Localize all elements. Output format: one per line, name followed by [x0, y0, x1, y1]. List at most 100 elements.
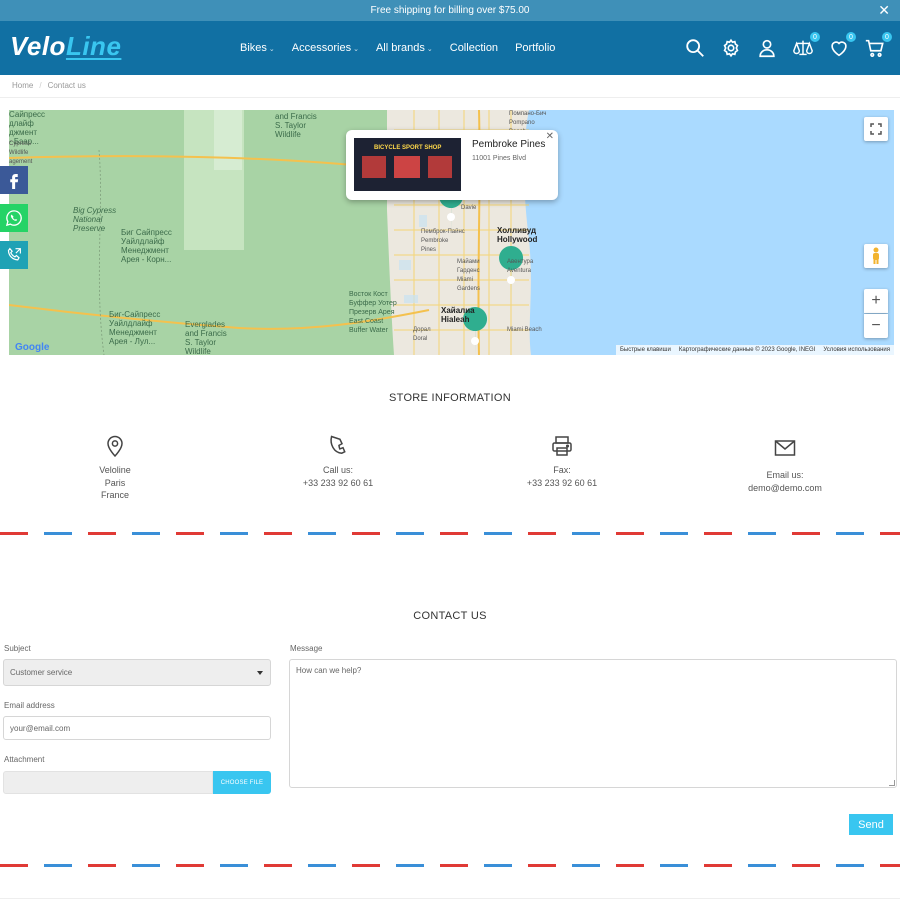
map-label-pembroke: Пемброк-Пайнс Pembroke Pines: [421, 229, 465, 253]
message-label: Message: [290, 644, 323, 653]
nav-item-collection[interactable]: Collection: [450, 42, 498, 54]
facebook-button[interactable]: [0, 166, 28, 194]
fax-value: +33 233 92 60 61: [526, 477, 598, 488]
message-textarea[interactable]: How can we help?: [289, 659, 897, 788]
fax-label: Fax:: [553, 465, 571, 475]
choose-file-button[interactable]: CHOOSE FILE: [213, 771, 271, 794]
compare-icon[interactable]: 0: [792, 31, 821, 59]
attachment-field[interactable]: [3, 771, 213, 794]
close-icon[interactable]: ✕: [546, 131, 554, 142]
store-info-title: STORE INFORMATION: [388, 392, 512, 404]
store-address: Veloline Paris France: [35, 434, 195, 502]
map-footer: Быстрые клавиши Картографические данные …: [615, 345, 894, 355]
header-icons: 0 0 0: [684, 21, 893, 75]
phone-icon: [330, 435, 346, 454]
cart-icon[interactable]: 0: [864, 31, 893, 59]
fullscreen-icon: [870, 123, 882, 135]
whatsapp-button[interactable]: [0, 204, 28, 232]
subject-value: Customer service: [10, 668, 73, 677]
chevron-down-icon: ⌄: [268, 46, 275, 53]
map-label-miami-gardens: Майами Гарденс Miami Gardens: [457, 259, 481, 292]
nav-item-portfolio[interactable]: Portfolio: [515, 42, 555, 54]
call-label: Call us:: [322, 465, 353, 475]
attachment-label: Attachment: [4, 755, 45, 764]
close-icon[interactable]: ✕: [878, 3, 890, 17]
email-value[interactable]: demo@demo.com: [705, 482, 865, 495]
store-phone: Call us: +33 233 92 60 61: [258, 434, 418, 489]
pegman-button[interactable]: [864, 244, 888, 268]
map-label-hollywood: Холливуд Hollywood: [497, 226, 538, 244]
call-value[interactable]: +33 233 92 60 61: [258, 477, 418, 490]
map-label: Big Cypress National Preserve: [73, 206, 117, 233]
promo-bar: Free shipping for billing over $75.00 ✕: [0, 0, 900, 21]
heart-icon[interactable]: 0: [828, 31, 857, 59]
message-placeholder: How can we help?: [296, 666, 362, 675]
envelope-icon: [774, 440, 796, 456]
email-field[interactable]: your@email.com: [3, 716, 271, 740]
resize-handle-icon[interactable]: [889, 780, 895, 786]
contact-title: CONTACT US: [413, 610, 487, 622]
map-label-miami-beach: Miami Beach: [507, 327, 542, 333]
logo-part-velo: Velo: [10, 31, 66, 61]
search-icon[interactable]: [684, 37, 706, 59]
map-label-hialeah: Хайалиа Hialeah: [441, 306, 475, 324]
subject-label: Subject: [4, 644, 31, 653]
chevron-down-icon: ⌄: [426, 46, 433, 53]
printer-icon: [552, 436, 572, 456]
map-label: Everglades and Francis S. Taylor Wildlif…: [185, 320, 227, 355]
promo-text: Free shipping for billing over $75.00: [370, 5, 530, 16]
logo[interactable]: VeloLine: [10, 31, 121, 62]
email-label: Email us:: [766, 470, 804, 480]
store-photo: BICYCLE SPORT SHOP: [354, 138, 461, 191]
airmail-divider: [0, 864, 900, 867]
map-marker-icon: [107, 435, 123, 458]
email-field-label: Email address: [4, 701, 55, 710]
chevron-down-icon: ⌄: [353, 46, 359, 53]
store-map[interactable]: Сайпресс длайф джмент - Бэар... Cypress …: [9, 110, 894, 355]
whatsapp-icon: [5, 210, 22, 227]
google-logo[interactable]: Google: [15, 342, 49, 353]
store-sign: BICYCLE SPORT SHOP: [374, 145, 442, 151]
nav-label: Bikes: [240, 42, 267, 54]
map-label-davie: Davie: [461, 205, 477, 211]
user-icon[interactable]: [756, 37, 778, 59]
breadcrumb-separator: /: [39, 81, 42, 90]
phone-icon: [7, 247, 21, 261]
address-line: Paris: [104, 477, 126, 488]
logo-part-line: Line: [65, 31, 122, 61]
map-footer-data: Картографические данные © 2023 Google, I…: [678, 347, 816, 353]
nav-item-accessories[interactable]: Accessories ⌄: [292, 42, 359, 54]
map-label: and Francis S. Taylor Wildlife: [275, 112, 317, 139]
store-fax: Fax: +33 233 92 60 61: [482, 434, 642, 489]
address-line: Veloline: [99, 465, 131, 475]
nav-item-all-brands[interactable]: All brands ⌄: [376, 42, 433, 54]
send-button[interactable]: Send: [849, 814, 893, 835]
site-header: VeloLine Bikes ⌄ Accessories ⌄ All brands ⌄…: [0, 21, 900, 75]
zoom-out-button[interactable]: −: [864, 314, 888, 338]
compare-count-badge: 0: [809, 31, 821, 43]
map-label-doral: Дорал Doral: [413, 327, 431, 342]
breadcrumb-home[interactable]: Home: [12, 81, 33, 90]
nav-label: Portfolio: [515, 42, 556, 54]
breadcrumb-current: Contact us: [47, 81, 86, 90]
map-label: Восток Кост Буффер Уотер Презерв Арея Ea…: [349, 291, 397, 334]
email-placeholder: your@email.com: [10, 723, 71, 733]
airmail-divider: [0, 532, 900, 535]
subject-select[interactable]: Customer service: [3, 659, 271, 686]
main-nav: Bikes ⌄ Accessories ⌄ All brands ⌄ Collecti…: [240, 21, 555, 75]
nav-item-bikes[interactable]: Bikes ⌄: [240, 42, 275, 54]
address-line: France: [100, 490, 129, 500]
gear-icon[interactable]: [720, 37, 742, 59]
zoom-in-button[interactable]: +: [864, 289, 888, 313]
fullscreen-button[interactable]: [864, 117, 888, 141]
phone-button[interactable]: [0, 241, 28, 269]
map-info-window: BICYCLE SPORT SHOP Pembroke Pines 11001 …: [346, 130, 558, 200]
map-label: Биг Сайпресс Уайлдлайф Менеджмент Арея -…: [121, 228, 172, 264]
store-email: Email us: demo@demo.com: [705, 436, 865, 494]
map-label-aventura: Авентура Aventura: [507, 259, 534, 274]
divider: [0, 898, 900, 899]
map-footer-terms[interactable]: Условия использования: [823, 347, 890, 353]
map-footer-shortcuts[interactable]: Быстрые клавиши: [620, 347, 671, 353]
info-window-title: Pembroke Pines: [472, 139, 546, 150]
google-logo-text: Google: [15, 342, 50, 353]
